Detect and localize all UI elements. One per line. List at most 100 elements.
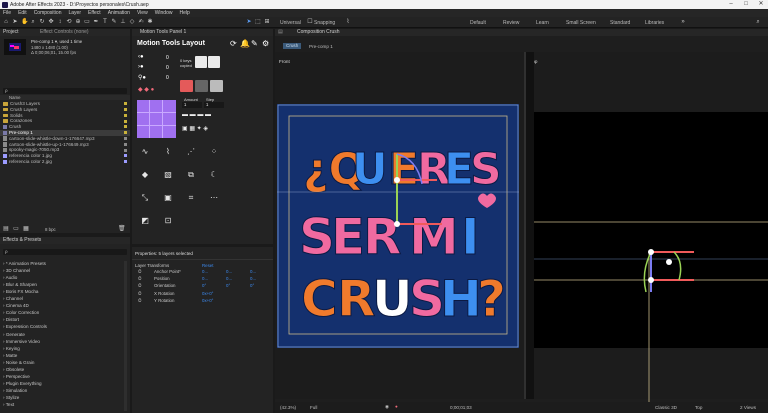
property-value[interactable]: 0x+0° [202,291,213,296]
timecode[interactable]: 0;00;01;03 [450,405,472,410]
project-search-input[interactable]: ρ [3,88,127,94]
project-item[interactable]: cartoon-slide-whistle-down-1-176647.mp3 [0,136,130,142]
effect-category[interactable]: › Channel [3,296,23,302]
workspace-small-screen[interactable]: Small Screen [566,20,596,26]
property-value[interactable]: 0° [202,283,206,288]
new-folder-icon[interactable]: ▭ [13,226,19,232]
sync-icon[interactable]: ⟳ [230,39,237,48]
label-color-swatch[interactable] [124,125,127,129]
color-key-button-red[interactable] [180,80,193,92]
tab-project[interactable]: Project [3,29,19,35]
distribute-icons-row-1[interactable]: ▬ ▬ ▬ ▬ [182,112,211,118]
workspace-libraries[interactable]: Libraries [645,20,664,26]
effect-category[interactable]: › Boris FX Mocha [3,289,39,295]
effect-category[interactable]: › Perspective [3,374,30,380]
effect-category[interactable]: › Simulation [3,388,27,394]
pen-icon[interactable]: ✎ [251,39,258,48]
snapping-checkbox-icon[interactable]: ☐ [307,19,313,25]
menu-animation[interactable]: Animation [108,10,130,16]
copy-keys-button[interactable] [195,56,207,68]
resolution-dropdown[interactable]: Full [310,405,317,410]
bell-icon[interactable]: 🔔 [240,39,250,48]
motion-tools-tab-label[interactable]: Motion Tools Panel 1 [140,29,186,35]
color-key-button-dark[interactable] [195,80,208,92]
local-axis-icon[interactable]: ➤ [246,19,252,25]
menu-edit[interactable]: Edit [18,10,27,16]
align-icon[interactable]: ⌇ [345,19,351,25]
key-nav-icon[interactable]: ⚲● [138,74,146,81]
label-color-swatch[interactable] [124,148,127,152]
effect-category[interactable]: › Keying [3,346,20,352]
settings-icon[interactable]: ⚙ [262,39,269,48]
copy-icon[interactable]: ⧉ [182,166,200,183]
paste-keys-button[interactable] [208,56,220,68]
project-item[interactable]: Crush [0,124,130,130]
project-item[interactable]: Corazones [0,118,130,124]
property-value[interactable]: 0... [226,269,232,274]
snapping-label[interactable]: Snapping [314,20,335,26]
crop-icon[interactable]: ⌗ [182,189,200,206]
color-icon[interactable]: ● [395,404,398,409]
selection-tool-icon[interactable]: ➤ [12,19,18,25]
distribute-icons-row-2[interactable]: ▣ ▦ ✦ ◈ [182,125,208,132]
bounce-icon[interactable]: ∿ [136,143,154,160]
property-value[interactable]: 0° [226,283,230,288]
project-item[interactable]: spooky-magic-7050.mp3 [0,147,130,153]
effect-category[interactable]: › Stylize [3,395,19,401]
universal-label[interactable]: Universal [280,20,301,26]
property-value[interactable]: 0... [250,276,256,281]
composition-tab-label[interactable]: Composition Crush [297,29,340,35]
bpc-label[interactable]: 8 bpc [45,227,56,232]
stopwatch-icon[interactable]: ⏱ [138,283,141,288]
effect-category[interactable]: › Plugin Everything [3,381,42,387]
add-key-icon[interactable]: ›● [138,64,144,70]
home-icon[interactable]: ⌂ [3,19,9,25]
dolly-tool-icon[interactable]: ↕ [57,19,63,25]
label-color-swatch[interactable] [124,154,127,158]
moon-icon[interactable]: ☾ [205,166,223,183]
project-item[interactable]: cartoon-slide-whistle-up-1-176649.mp3 [0,142,130,148]
anchor-grid[interactable] [137,100,176,138]
label-color-swatch[interactable] [124,160,127,164]
pen-tool-icon[interactable]: ✒ [93,19,99,25]
magnification-dropdown[interactable]: (42.3%) [280,405,296,410]
workspace-default[interactable]: Default [470,20,486,26]
effects-scrollbar[interactable] [124,261,127,411]
label-color-swatch[interactable] [124,119,127,123]
project-item[interactable]: Pre-comp 1 [0,130,130,136]
pan-tool-icon[interactable]: ✥ [48,19,54,25]
menu-window[interactable]: Window [155,10,173,16]
shapes-icon[interactable]: ◆ [136,166,154,183]
stopwatch-icon[interactable]: ⏱ [138,269,141,274]
blink-icon[interactable]: ⋰ [182,143,200,160]
close-button[interactable]: ✕ [754,0,768,9]
top-view-gizmo[interactable] [534,112,768,412]
project-item[interactable]: Crush3 Layers [0,101,130,107]
puppet-tool-icon[interactable]: ✱ [147,19,153,25]
effect-category[interactable]: › Generate [3,332,25,338]
menu-view[interactable]: View [137,10,148,16]
workspace-standard[interactable]: Standard [610,20,630,26]
menu-composition[interactable]: Composition [34,10,62,16]
effect-category[interactable]: › * Animation Presets [3,261,46,267]
brush-tool-icon[interactable]: ✎ [111,19,117,25]
rectangle-tool-icon[interactable]: ▭ [84,19,90,25]
project-item[interactable]: referencia color 1.jpg [0,153,130,159]
views-layout-dropdown[interactable]: 2 Views [740,405,756,410]
layers-icon[interactable]: ▧ [159,166,177,183]
effect-category[interactable]: › Cinema 4D [3,303,29,309]
label-color-swatch[interactable] [124,137,127,141]
target-icon[interactable]: ⊡ [159,212,177,229]
menu-effect[interactable]: Effect [88,10,101,16]
property-value[interactable]: 0... [202,269,208,274]
color-key-button-light[interactable] [210,80,223,92]
renderer-dropdown[interactable]: Classic 3D [655,405,677,410]
minimize-button[interactable]: – [724,0,738,9]
menu-file[interactable]: File [3,10,11,16]
property-value[interactable]: 0x+0° [202,298,213,303]
label-color-swatch[interactable] [124,113,127,117]
workspace-review[interactable]: Review [503,20,519,26]
stopwatch-icon[interactable]: ⏱ [138,298,141,303]
precompose-icon[interactable]: ▣ [159,189,177,206]
property-value[interactable]: 0... [226,276,232,281]
